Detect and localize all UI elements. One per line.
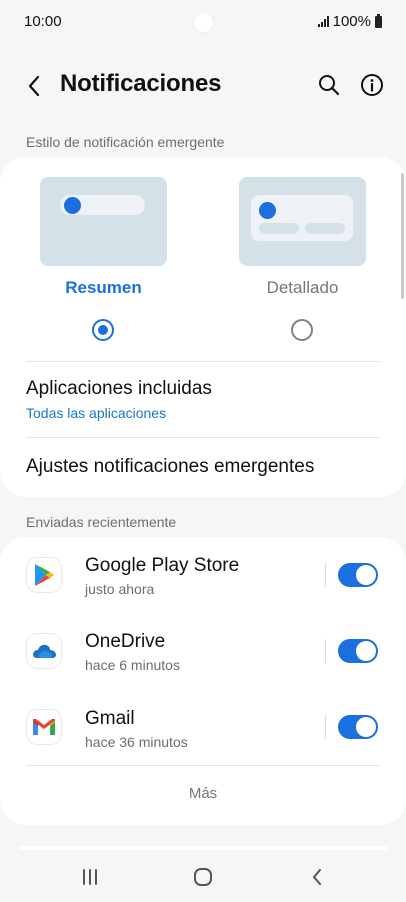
preview-bar — [305, 223, 345, 234]
back-icon — [313, 869, 321, 885]
included-apps-title: Aplicaciones incluidas — [26, 378, 212, 399]
app-name: OneDrive — [85, 631, 166, 652]
preview-bar — [259, 223, 299, 234]
play-store-icon — [26, 557, 62, 593]
toggle-onedrive[interactable] — [338, 639, 378, 663]
toggle-play-store[interactable] — [338, 563, 378, 587]
status-time: 10:00 — [24, 13, 62, 30]
preview-detallado[interactable] — [239, 177, 366, 266]
radio-detallado[interactable] — [291, 319, 313, 341]
option-label-resumen[interactable]: Resumen — [40, 278, 167, 298]
chevron-left-icon — [28, 75, 40, 97]
battery-icon — [375, 13, 382, 28]
recents-button[interactable] — [75, 864, 105, 890]
preview-box — [251, 195, 353, 241]
separator — [325, 563, 326, 587]
front-camera — [193, 12, 214, 33]
more-button[interactable]: Más — [0, 785, 406, 802]
app-header: Notificaciones — [0, 60, 406, 110]
recents-icon — [83, 869, 97, 885]
separator — [325, 639, 326, 663]
app-time: justo ahora — [85, 581, 155, 597]
page-title: Notificaciones — [60, 70, 222, 97]
info-icon — [361, 74, 383, 96]
divider — [26, 361, 380, 362]
info-button[interactable] — [356, 69, 388, 101]
section-label-recent: Enviadas recientemente — [26, 514, 177, 530]
app-name: Gmail — [85, 708, 135, 729]
separator — [325, 715, 326, 739]
radio-resumen[interactable] — [92, 319, 114, 341]
status-indicators: 100% — [317, 13, 382, 30]
signal-icon — [317, 16, 329, 27]
search-icon — [319, 75, 340, 96]
option-label-detallado[interactable]: Detallado — [239, 278, 366, 298]
included-apps-value: Todas las aplicaciones — [26, 405, 167, 421]
popup-settings-title: Ajustes notificaciones emergentes — [26, 456, 315, 477]
status-bar: 10:00 100% — [0, 0, 406, 44]
battery-percent: 100% — [332, 13, 371, 30]
preview-resumen[interactable] — [40, 177, 167, 266]
app-time: hace 36 minutos — [85, 734, 188, 750]
home-icon — [194, 868, 212, 886]
next-card-edge — [18, 846, 388, 850]
popup-style-card: Resumen Detallado Aplicaciones incluidas… — [0, 157, 406, 497]
preview-dot — [64, 197, 81, 214]
home-button[interactable] — [188, 864, 218, 890]
onedrive-icon — [26, 633, 62, 669]
section-label-popup-style: Estilo de notificación emergente — [26, 134, 225, 150]
toggle-gmail[interactable] — [338, 715, 378, 739]
app-name: Google Play Store — [85, 555, 240, 576]
preview-dot — [259, 202, 276, 219]
navigation-bar — [0, 852, 406, 902]
app-time: hace 6 minutos — [85, 657, 180, 673]
back-button[interactable] — [18, 70, 50, 102]
search-button[interactable] — [313, 69, 345, 101]
recent-apps-card: Google Play Store justo ahora OneDrive h… — [0, 537, 406, 825]
scrollbar[interactable] — [401, 173, 404, 299]
gmail-icon — [26, 709, 62, 745]
divider — [26, 765, 380, 766]
nav-back-button[interactable] — [302, 864, 332, 890]
divider — [26, 437, 380, 438]
